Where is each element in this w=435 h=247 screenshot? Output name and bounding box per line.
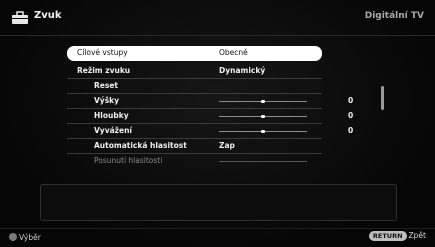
- balance-slider[interactable]: [219, 130, 307, 133]
- menu-item-number: 0: [348, 126, 354, 135]
- menu-item-value: Zap: [219, 141, 235, 150]
- menu-item-label: Posunutí hlasitosti: [94, 156, 163, 165]
- menu-item-volume-offset[interactable]: Posunutí hlasitosti: [67, 154, 322, 169]
- menu-item-treble[interactable]: Výšky 0: [67, 94, 353, 109]
- menu-item-label: Hloubky: [94, 111, 129, 120]
- menu-item-label: Vyvážení: [94, 126, 133, 135]
- menu-item-sound-mode[interactable]: Režim zvuku Dynamický: [67, 64, 322, 79]
- menu-item-number: 0: [348, 111, 354, 120]
- input-source-label: Digitální TV: [364, 11, 424, 21]
- menu-item-label: Cílové vstupy: [77, 48, 128, 57]
- menu-item-label: Režim zvuku: [77, 66, 131, 75]
- treble-slider[interactable]: [219, 100, 307, 103]
- select-button-icon: [9, 233, 17, 241]
- back-label: Zpět: [408, 231, 426, 240]
- slider-knob[interactable]: [261, 130, 265, 133]
- menu-item-label: Výšky: [94, 96, 120, 105]
- menu-item-label: Automatická hlasitost: [94, 141, 187, 150]
- description-panel: [40, 184, 397, 221]
- menu-item-target-inputs[interactable]: Cílové vstupy Obecné: [67, 46, 322, 61]
- menu-item-value: Obecné: [219, 48, 248, 57]
- menu-item-balance[interactable]: Vyvážení 0: [67, 124, 353, 139]
- menu-item-number: 0: [348, 96, 354, 105]
- footer-divider: [0, 228, 435, 229]
- bass-slider[interactable]: [219, 115, 307, 118]
- menu-item-label: Reset: [94, 81, 118, 90]
- slider-knob[interactable]: [261, 115, 265, 118]
- slider-knob[interactable]: [261, 100, 265, 103]
- return-button[interactable]: RETURN: [368, 231, 407, 241]
- footer-back-hint: RETURN Zpět: [368, 231, 426, 241]
- menu-item-value: Dynamický: [219, 66, 266, 75]
- toolbox-icon: [12, 11, 28, 24]
- scrollbar[interactable]: [381, 86, 384, 110]
- header-divider: [0, 35, 435, 36]
- menu-item-bass[interactable]: Hloubky 0: [67, 109, 353, 124]
- menu-item-auto-volume[interactable]: Automatická hlasitost Zap: [67, 139, 322, 154]
- menu-item-reset[interactable]: Reset: [67, 79, 322, 94]
- page-title: Zvuk: [34, 10, 62, 21]
- footer-select-hint: Výběr: [9, 233, 41, 242]
- volume-offset-slider[interactable]: [219, 161, 307, 162]
- header: Zvuk Digitální TV: [0, 0, 435, 36]
- sound-menu-screen: Zvuk Digitální TV Cílové vstupy Obecné R…: [0, 0, 435, 247]
- select-label: Výběr: [19, 233, 41, 242]
